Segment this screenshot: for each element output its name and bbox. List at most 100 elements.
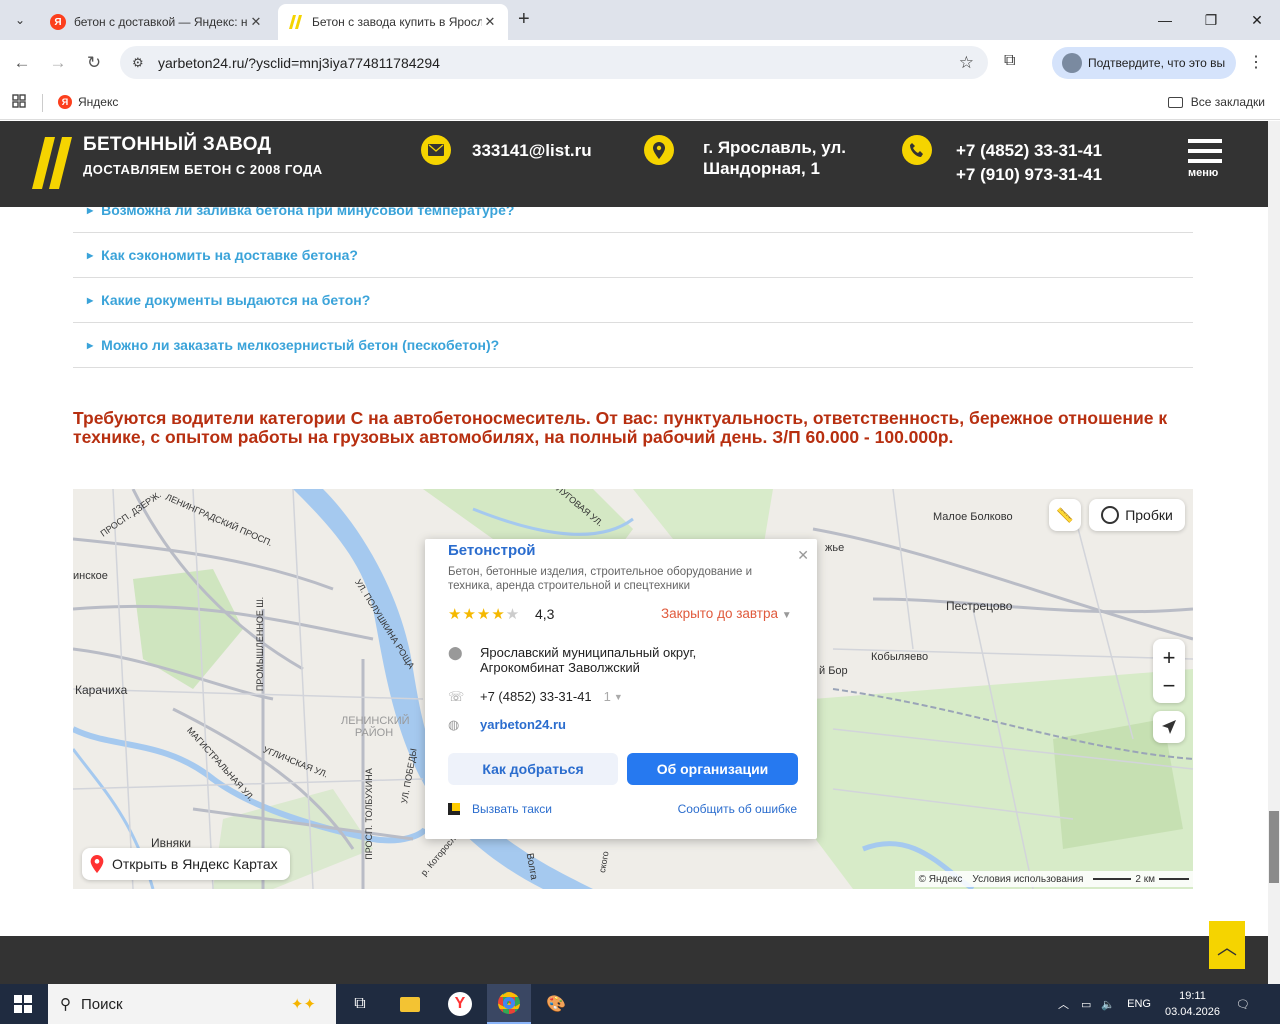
scale-bar xyxy=(1093,878,1132,880)
bookmarks-bar: Я Яндекс Все закладки xyxy=(0,86,1280,120)
task-view-icon[interactable]: ⧉ xyxy=(340,988,380,1020)
address-line: Агрокомбинат Заволжский xyxy=(480,660,640,675)
scroll-to-top-button[interactable]: ︿ xyxy=(1209,921,1245,969)
file-explorer-icon[interactable] xyxy=(390,988,430,1020)
page-scrollbar[interactable] xyxy=(1268,121,1280,984)
menu-button[interactable]: меню xyxy=(1188,139,1228,179)
faq-question: Можно ли заказать мелкозернистый бетон (… xyxy=(101,337,500,353)
org-name[interactable]: Бетонстрой xyxy=(448,542,536,559)
forward-icon[interactable]: → xyxy=(46,51,70,75)
traffic-label: Пробки xyxy=(1125,507,1173,523)
menu-label: меню xyxy=(1188,167,1219,179)
ruler-button[interactable]: 📏 xyxy=(1049,499,1081,531)
yandex-browser-icon[interactable]: Y xyxy=(440,988,480,1020)
org-website[interactable]: ◍ yarbeton24.ru xyxy=(448,717,566,733)
profile-button[interactable]: Подтвердите, что это вы xyxy=(1052,47,1236,79)
map-label: жье xyxy=(825,542,845,554)
taxi-label: Вызвать такси xyxy=(472,802,552,816)
job-notice: Требуются водители категории С на автобе… xyxy=(73,408,1168,447)
zoom-out-icon[interactable]: − xyxy=(1163,673,1176,699)
org-address: ⬤ Ярославский муниципальный округ, Агроко… xyxy=(448,645,696,675)
traffic-icon xyxy=(1101,506,1120,524)
bookmark-yandex[interactable]: Я Яндекс xyxy=(58,95,118,109)
website-link[interactable]: yarbeton24.ru xyxy=(480,717,566,733)
back-icon[interactable]: ← xyxy=(10,51,34,75)
new-tab-icon[interactable]: + xyxy=(518,8,530,31)
header-email[interactable]: 333141@list.ru xyxy=(472,140,592,161)
avatar xyxy=(1062,53,1082,73)
organization-card: Бетонстрой ✕ Бетон, бетонные изделия, ст… xyxy=(425,539,817,839)
tab-yandex-search[interactable]: Я бетон с доставкой — Яндекс: н ✕ xyxy=(40,4,274,40)
bookmark-label: Яндекс xyxy=(78,95,119,109)
traffic-button[interactable]: Пробки xyxy=(1089,499,1185,531)
language-indicator[interactable]: ENG xyxy=(1127,998,1151,1010)
hamburger-icon xyxy=(1188,139,1222,143)
logo-icon[interactable] xyxy=(32,133,72,193)
address-bar[interactable]: ⚙ yarbeton24.ru/?ysclid=mnj3iya774811784… xyxy=(120,46,988,79)
profile-label: Подтвердите, что это вы xyxy=(1088,56,1226,70)
bookmarks-divider xyxy=(42,94,43,112)
brand-title: БЕТОННЫЙ ЗАВОД xyxy=(83,134,272,155)
windows-start-icon[interactable] xyxy=(14,995,32,1013)
notification-icon[interactable]: 🗨 xyxy=(1236,998,1250,1011)
yandex-map[interactable]: ЛЕНИНГРАДСКИЙ ПРОСП. ПРОСП. ДЗЕРЖ. инско… xyxy=(73,489,1193,889)
map-label: Кобыляево xyxy=(871,651,929,663)
minimize-icon[interactable]: — xyxy=(1142,0,1188,40)
chevron-down-icon[interactable]: ▼ xyxy=(614,692,623,705)
map-terms-link[interactable]: Условия использования xyxy=(972,874,1083,885)
paint-icon[interactable]: 🎨 xyxy=(536,988,576,1020)
tab-yarbeton[interactable]: Бетон с завода купить в Яросл ✕ xyxy=(278,4,508,40)
close-tab-icon[interactable]: ✕ xyxy=(482,14,498,30)
reload-icon[interactable]: ↻ xyxy=(82,51,106,75)
bookmark-star-icon[interactable]: ☆ xyxy=(959,53,974,73)
tab-search-dropdown[interactable]: ⌄ xyxy=(8,8,32,32)
tab-title: бетон с доставкой — Яндекс: н xyxy=(74,15,248,29)
faq-item[interactable]: ▶ Можно ли заказать мелкозернистый бетон … xyxy=(73,323,1193,368)
apps-grid-icon[interactable] xyxy=(12,94,26,111)
org-phone[interactable]: ☏ +7 (4852) 33-31-41 1 ▼ xyxy=(448,689,623,705)
all-bookmarks[interactable]: Все закладки xyxy=(1167,95,1265,109)
more-menu-icon[interactable]: ⋮ xyxy=(1248,52,1264,72)
org-rating: 4,3 xyxy=(535,606,555,622)
copilot-sparkle-icon: ✦✦ xyxy=(290,996,316,1013)
header-phones: +7 (4852) 33-31-41 +7 (910) 973-31-41 xyxy=(956,139,1102,187)
volume-icon[interactable]: 🔈 xyxy=(1101,998,1115,1011)
route-button[interactable]: Как добраться xyxy=(448,753,618,785)
about-org-button[interactable]: Об организации xyxy=(627,753,798,785)
restore-icon[interactable]: ❐ xyxy=(1188,0,1234,40)
email-icon xyxy=(421,135,451,165)
map-copyright: © Яндекс xyxy=(918,873,963,885)
chrome-icon[interactable] xyxy=(487,984,531,1024)
map-label: ПРОМЫШЛЕННОЕ Ш. xyxy=(255,596,266,692)
phone-link[interactable]: +7 (910) 973-31-41 xyxy=(956,163,1102,187)
close-window-icon[interactable]: ✕ xyxy=(1234,0,1280,40)
open-in-yandex-maps-button[interactable]: Открыть в Яндекс Картах xyxy=(82,848,290,880)
bookmark-label: Все закладки xyxy=(1190,95,1265,109)
geolocation-button[interactable] xyxy=(1153,711,1185,743)
chevron-up-icon[interactable]: ︿ xyxy=(1058,996,1069,1012)
clock-date: 03.04.2026 xyxy=(1164,1006,1221,1018)
map-label: Малое Болково xyxy=(933,511,1013,523)
rating-stars-icon: ★★★★★ xyxy=(448,606,521,623)
map-label: ЛЕНИНСКИЙ РАЙОН xyxy=(341,715,410,739)
header-address: г. Ярославль, ул. Шандорная, 1 xyxy=(703,137,846,179)
clock-time: 19:11 xyxy=(1179,990,1206,1002)
phone-link[interactable]: +7 (4852) 33-31-41 xyxy=(956,139,1102,163)
yandex-favicon-icon: Я xyxy=(50,14,66,30)
network-icon[interactable]: ▭ xyxy=(1081,998,1091,1011)
taskbar-search[interactable]: ⚲ Поиск ✦✦ xyxy=(48,984,336,1024)
taxi-link[interactable]: Вызвать такси xyxy=(448,802,552,816)
zoom-in-icon[interactable]: + xyxy=(1163,643,1176,673)
folder-icon xyxy=(1167,96,1183,108)
clock[interactable]: 19:11 03.04.2026 xyxy=(1165,988,1220,1020)
address-line: г. Ярославль, ул. xyxy=(703,138,846,157)
site-info-icon[interactable]: ⚙ xyxy=(132,55,152,71)
extensions-icon[interactable]: ⧉ xyxy=(1004,52,1015,70)
scrollbar-thumb[interactable] xyxy=(1269,811,1279,883)
faq-item[interactable]: ▶ Как сэкономить на доставке бетона? xyxy=(73,233,1193,278)
close-card-icon[interactable]: ✕ xyxy=(797,547,809,564)
open-status[interactable]: Закрыто до завтра ▼ xyxy=(661,606,792,621)
report-error-link[interactable]: Сообщить об ошибке xyxy=(678,802,797,816)
faq-item[interactable]: ▶ Какие документы выдаются на бетон? xyxy=(73,278,1193,323)
close-tab-icon[interactable]: ✕ xyxy=(248,14,264,30)
